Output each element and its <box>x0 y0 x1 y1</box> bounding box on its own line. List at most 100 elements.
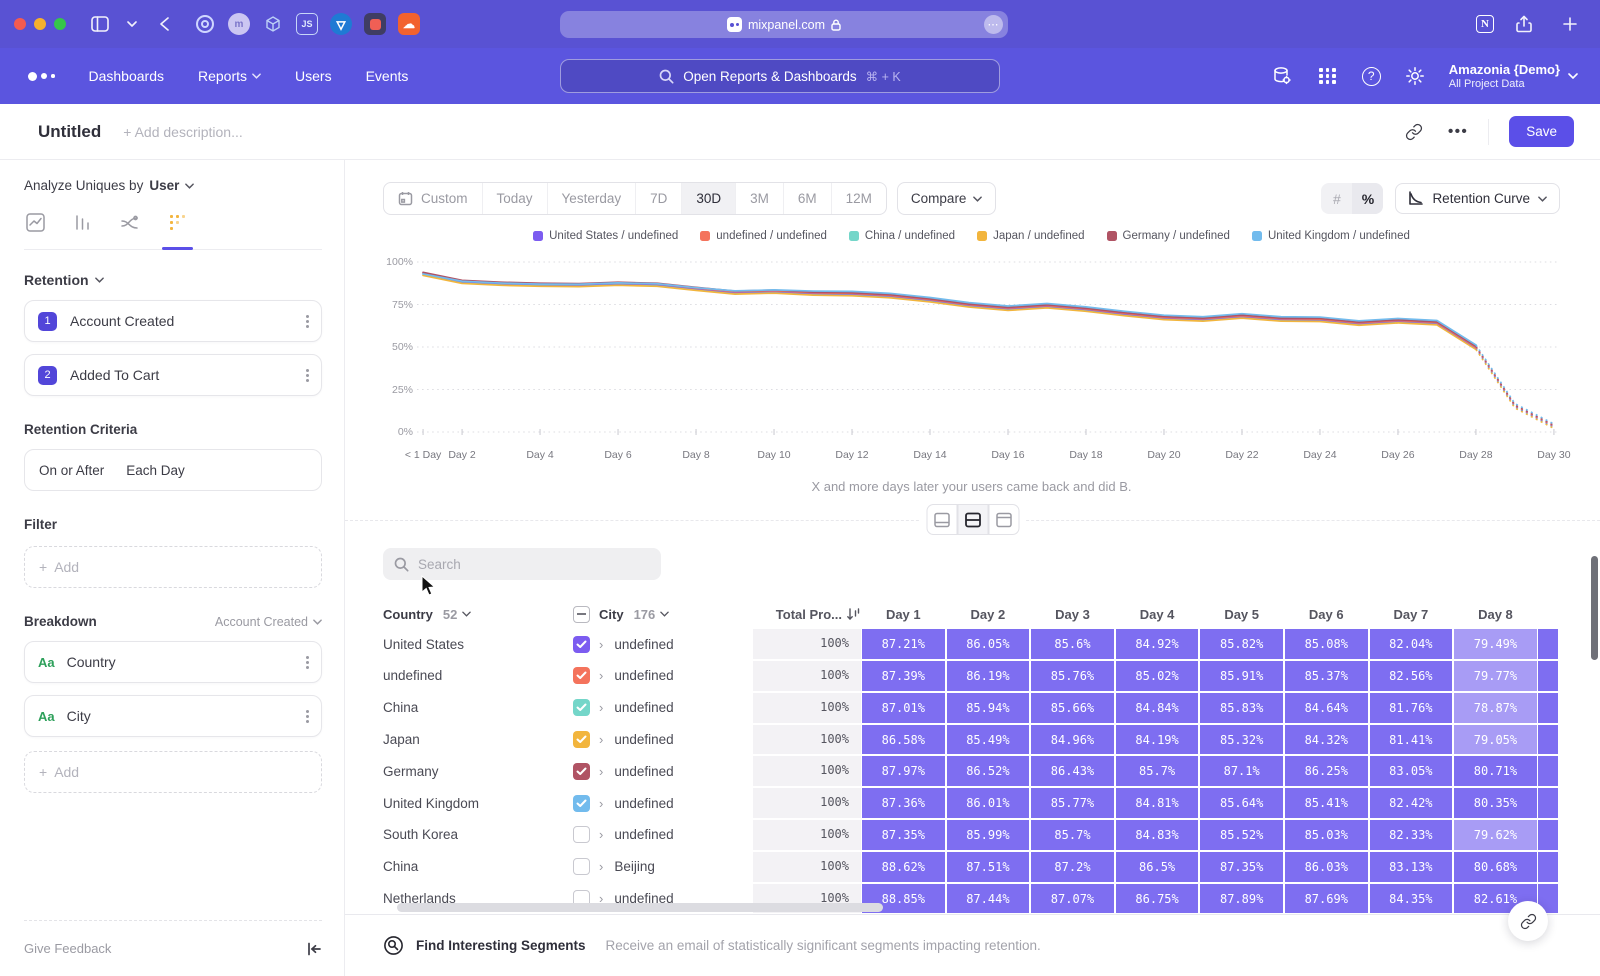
range-custom[interactable]: Custom <box>384 183 483 214</box>
retention-step-card[interactable]: 1Account Created <box>24 300 322 342</box>
total-column-header[interactable]: Total Pro... <box>753 607 861 622</box>
add-description[interactable]: + Add description... <box>123 124 242 140</box>
kebab-menu-icon[interactable] <box>306 656 309 669</box>
address-bar[interactable]: mixpanel.com ⋯ <box>560 11 1008 38</box>
day-column-header[interactable]: Day 6 <box>1284 607 1369 622</box>
expand-row-icon[interactable]: › <box>599 796 603 811</box>
notion-extension-icon[interactable]: N <box>1476 15 1494 33</box>
cube-favicon[interactable] <box>262 13 284 35</box>
tab-insights[interactable] <box>26 213 45 249</box>
absolute-toggle[interactable]: # <box>1321 183 1352 214</box>
breakdown-event-selector[interactable]: Account Created <box>215 615 322 629</box>
copy-link-icon[interactable] <box>1400 118 1428 146</box>
criteria-each-day[interactable]: Each Day <box>126 463 185 478</box>
mixpanel-logo[interactable] <box>28 72 55 81</box>
range-yesterday[interactable]: Yesterday <box>548 183 637 214</box>
range-today[interactable]: Today <box>483 183 548 214</box>
collapse-sidebar-icon[interactable] <box>307 942 322 956</box>
js-favicon[interactable]: JS <box>296 13 318 35</box>
cloud-favicon[interactable]: ☁ <box>398 13 420 35</box>
breakdown-card[interactable]: AaCountry <box>24 641 322 683</box>
bird-favicon[interactable]: 🜄 <box>330 13 352 35</box>
more-options-icon[interactable]: ••• <box>1448 123 1468 140</box>
nav-item-events[interactable]: Events <box>366 68 409 84</box>
day-column-header[interactable]: Day 8 <box>1453 607 1538 622</box>
retention-criteria-card[interactable]: On or After Each Day <box>24 449 322 491</box>
close-window-button[interactable] <box>14 18 26 30</box>
tab-retention[interactable] <box>168 213 187 249</box>
horizontal-scrollbar[interactable] <box>397 903 883 912</box>
range-7d[interactable]: 7D <box>636 183 682 214</box>
give-feedback-link[interactable]: Give Feedback <box>24 941 111 956</box>
range-6m[interactable]: 6M <box>784 183 832 214</box>
back-icon[interactable] <box>151 11 177 37</box>
compare-button[interactable]: Compare <box>897 182 997 215</box>
row-checkbox-checked[interactable] <box>573 731 590 748</box>
report-title[interactable]: Untitled <box>38 122 101 142</box>
legend-item[interactable]: undefined / undefined <box>700 230 827 242</box>
chart-type-selector[interactable]: Retention Curve <box>1395 183 1560 214</box>
filter-add-button[interactable]: + Add <box>24 546 322 588</box>
range-3m[interactable]: 3M <box>736 183 784 214</box>
day-column-header[interactable]: Day 5 <box>1199 607 1284 622</box>
expand-row-icon[interactable]: › <box>599 700 603 715</box>
kebab-menu-icon[interactable] <box>306 315 309 328</box>
legend-item[interactable]: United Kingdom / undefined <box>1252 230 1410 242</box>
target-favicon[interactable] <box>194 13 216 35</box>
data-management-icon[interactable] <box>1270 64 1294 88</box>
new-tab-icon[interactable] <box>1557 11 1583 37</box>
chevron-down-icon[interactable] <box>119 11 145 37</box>
expand-row-icon[interactable]: › <box>599 637 603 652</box>
country-column-header[interactable]: Country 52 <box>383 607 573 622</box>
open-reports-search[interactable]: Open Reports & Dashboards ⌘ + K <box>560 59 1000 93</box>
share-icon[interactable] <box>1511 11 1537 37</box>
range-12m[interactable]: 12M <box>832 183 886 214</box>
expand-row-icon[interactable]: › <box>599 764 603 779</box>
day-column-header[interactable]: Day 3 <box>1030 607 1115 622</box>
range-30d[interactable]: 30D <box>682 183 736 214</box>
day-column-header[interactable]: Day 1 <box>861 607 946 622</box>
analyze-value[interactable]: User <box>149 178 179 193</box>
expand-row-icon[interactable]: › <box>599 859 603 874</box>
nav-item-dashboards[interactable]: Dashboards <box>89 68 165 84</box>
interesting-segments-title[interactable]: Find Interesting Segments <box>416 938 586 953</box>
row-checkbox-checked[interactable] <box>573 699 590 716</box>
split-view-button[interactable] <box>957 504 988 535</box>
table-only-view-button[interactable] <box>988 504 1019 535</box>
site-options-icon[interactable]: ⋯ <box>984 15 1003 34</box>
traffic-lights[interactable] <box>14 18 66 30</box>
day-column-header[interactable]: Day 7 <box>1369 607 1454 622</box>
legend-item[interactable]: China / undefined <box>849 230 955 242</box>
kebab-menu-icon[interactable] <box>306 369 309 382</box>
minimize-window-button[interactable] <box>34 18 46 30</box>
tab-funnels[interactable] <box>73 213 92 249</box>
select-all-checkbox[interactable] <box>573 606 590 623</box>
expand-row-icon[interactable]: › <box>599 668 603 683</box>
apps-grid-icon[interactable] <box>1316 64 1340 88</box>
m-favicon[interactable]: m <box>228 13 250 35</box>
row-checkbox-checked[interactable] <box>573 636 590 653</box>
criteria-on-or-after[interactable]: On or After <box>39 463 104 478</box>
row-checkbox-checked[interactable] <box>573 667 590 684</box>
legend-item[interactable]: United States / undefined <box>533 230 678 242</box>
project-switcher[interactable]: Amazonia {Demo} All Project Data <box>1449 62 1578 90</box>
table-search-input[interactable] <box>418 557 628 572</box>
kebab-menu-icon[interactable] <box>306 710 309 723</box>
city-column-header[interactable]: City 176 <box>573 606 753 623</box>
nav-item-reports[interactable]: Reports <box>198 68 261 84</box>
percent-toggle[interactable]: % <box>1352 183 1383 214</box>
share-link-fab[interactable] <box>1508 901 1548 941</box>
legend-item[interactable]: Japan / undefined <box>977 230 1084 242</box>
tab-flows[interactable] <box>120 213 140 249</box>
sidebar-toggle-icon[interactable] <box>87 11 113 37</box>
settings-gear-icon[interactable] <box>1403 64 1427 88</box>
row-checkbox[interactable] <box>573 858 590 875</box>
expand-row-icon[interactable]: › <box>599 732 603 747</box>
zoom-window-button[interactable] <box>54 18 66 30</box>
day-column-header[interactable]: Day 2 <box>946 607 1031 622</box>
retention-step-card[interactable]: 2Added To Cart <box>24 354 322 396</box>
breakdown-card[interactable]: AaCity <box>24 695 322 737</box>
help-icon[interactable]: ? <box>1362 67 1381 86</box>
row-checkbox-checked[interactable] <box>573 763 590 780</box>
expand-row-icon[interactable]: › <box>599 827 603 842</box>
